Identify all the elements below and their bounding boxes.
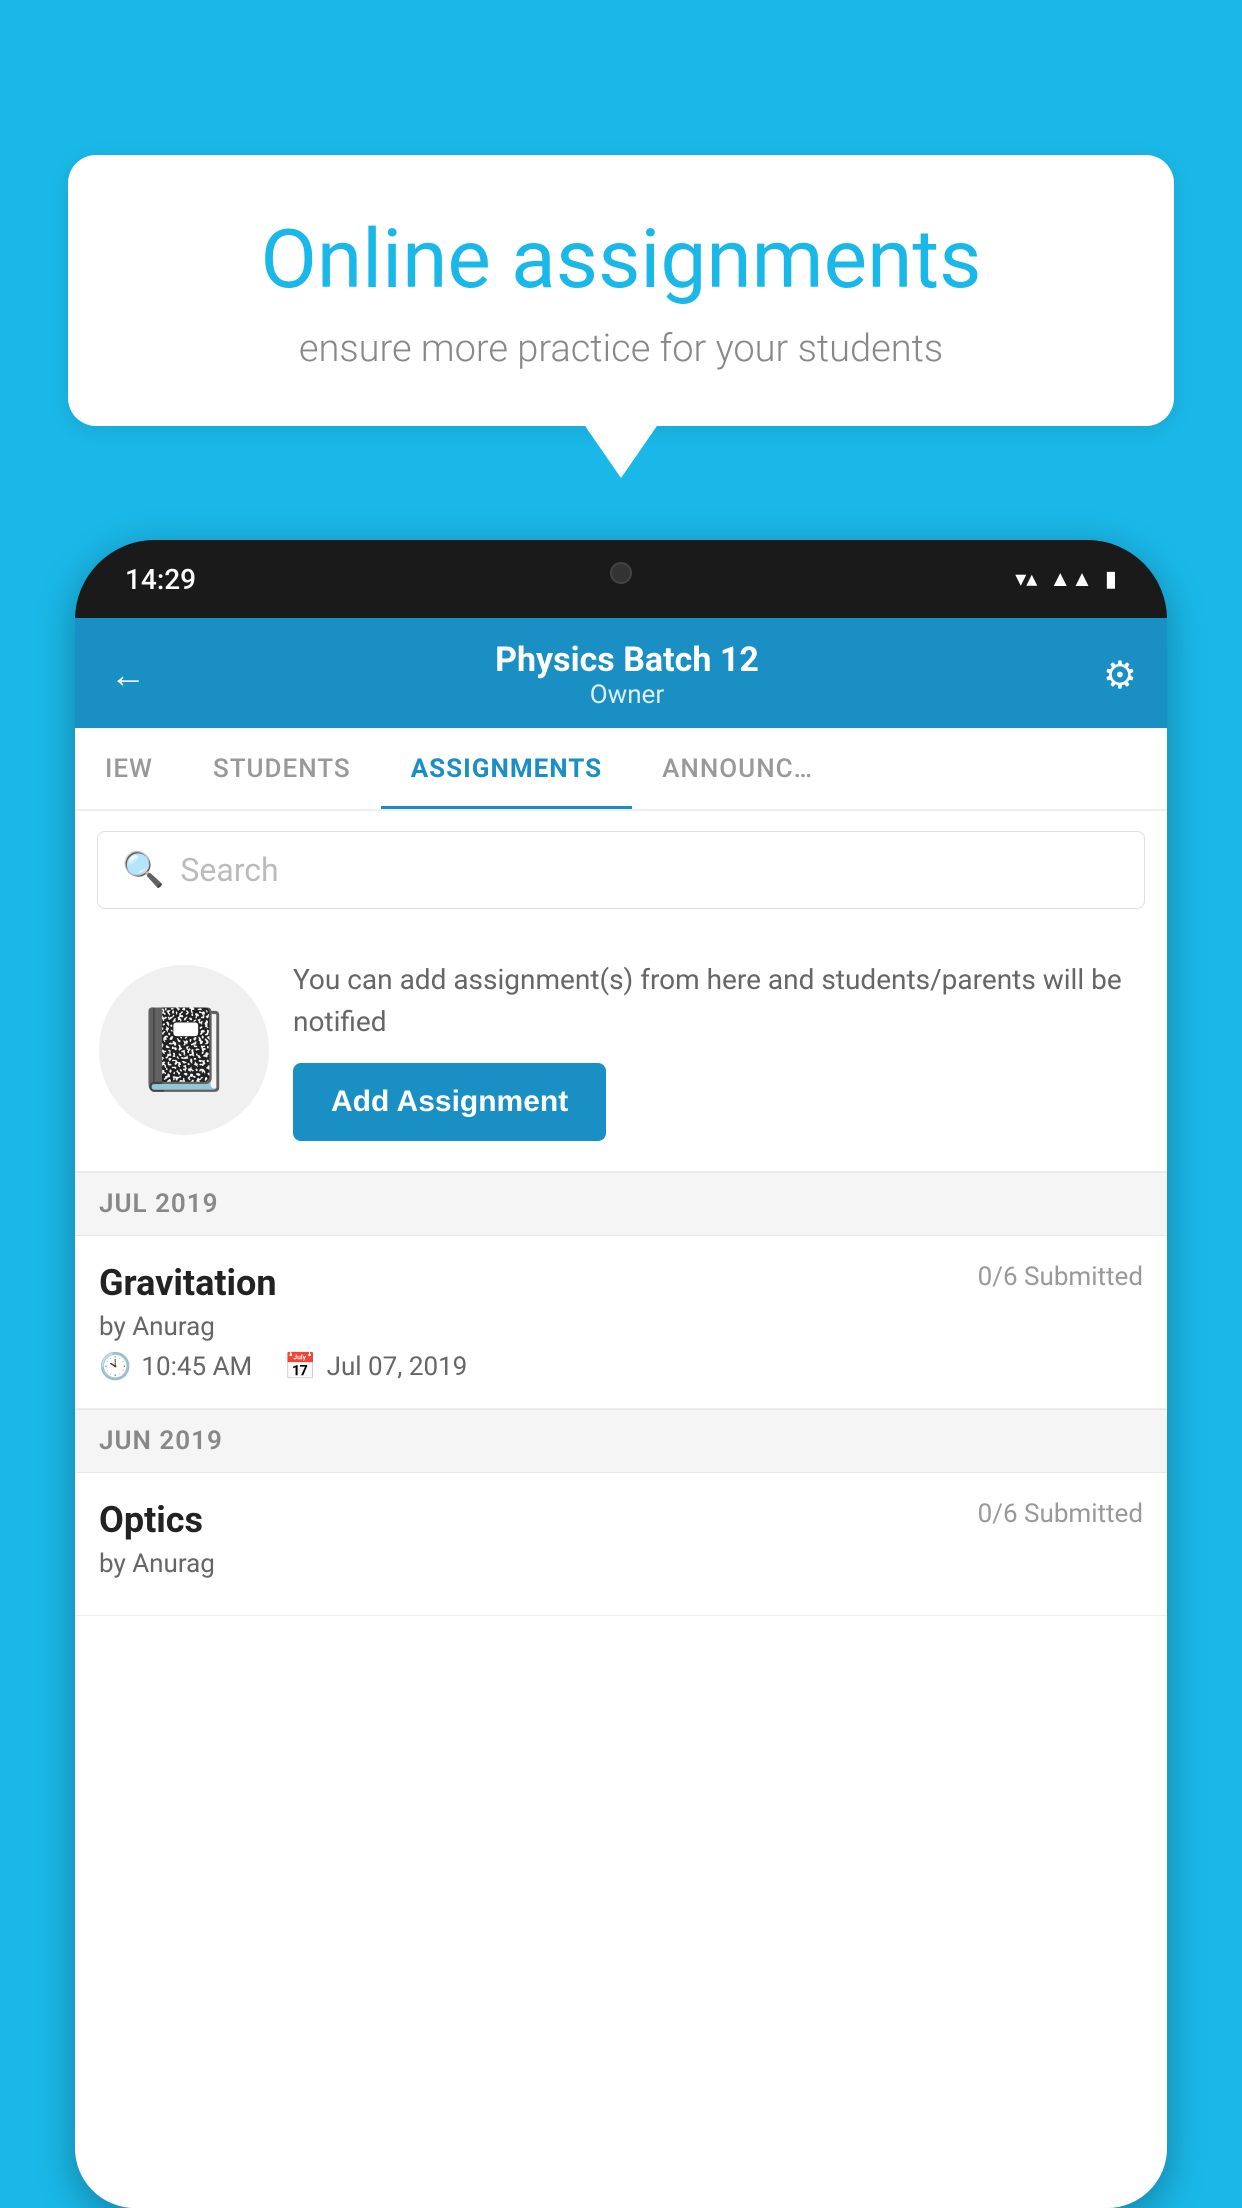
status-icons: ▾▴ ▲▲ ▮ <box>1015 566 1117 592</box>
signal-icon: ▲▲ <box>1049 566 1093 592</box>
wifi-icon: ▾▴ <box>1015 567 1037 592</box>
content-area: 🔍 Search 📓 You can add assignment(s) fro… <box>75 811 1167 2208</box>
promo-description: You can add assignment(s) from here and … <box>293 959 1143 1043</box>
assignment-meta-gravitation: 🕙 10:45 AM 📅 Jul 07, 2019 <box>99 1352 1143 1382</box>
status-time: 14:29 <box>125 563 196 596</box>
assignment-title-gravitation: Gravitation <box>99 1262 277 1304</box>
back-button[interactable]: ← <box>105 649 151 701</box>
add-assignment-button[interactable]: Add Assignment <box>293 1063 606 1141</box>
tab-iew[interactable]: IEW <box>75 728 183 809</box>
assignment-item-gravitation[interactable]: Gravitation 0/6 Submitted by Anurag 🕙 10… <box>75 1236 1167 1409</box>
tab-iew-label: IEW <box>105 754 153 784</box>
assignment-by-gravitation: by Anurag <box>99 1312 1143 1342</box>
search-container: 🔍 Search <box>75 811 1167 929</box>
assignment-submitted-gravitation: 0/6 Submitted <box>978 1262 1143 1292</box>
camera <box>610 562 632 584</box>
tab-students-label: STUDENTS <box>213 754 351 784</box>
assignment-header-row-optics: Optics 0/6 Submitted <box>99 1499 1143 1541</box>
tab-assignments[interactable]: ASSIGNMENTS <box>381 728 632 809</box>
assignment-header-row: Gravitation 0/6 Submitted <box>99 1262 1143 1304</box>
assignment-time-value: 10:45 AM <box>141 1352 252 1382</box>
tab-students[interactable]: STUDENTS <box>183 728 381 809</box>
tabs-container: IEW STUDENTS ASSIGNMENTS ANNOUNC… <box>75 728 1167 811</box>
speech-bubble-title: Online assignments <box>138 215 1104 305</box>
clock-icon: 🕙 <box>99 1352 131 1382</box>
tab-announcements-label: ANNOUNC… <box>662 754 813 784</box>
promo-container: 📓 You can add assignment(s) from here an… <box>75 929 1167 1172</box>
tab-assignments-label: ASSIGNMENTS <box>411 754 602 784</box>
speech-bubble-subtitle: ensure more practice for your students <box>138 327 1104 371</box>
assignment-submitted-optics: 0/6 Submitted <box>978 1499 1143 1529</box>
search-placeholder-text: Search <box>180 851 278 889</box>
search-input-wrapper[interactable]: 🔍 Search <box>97 831 1145 909</box>
phone-frame: 14:29 ▾▴ ▲▲ ▮ ← Physics Batch 12 Owner ⚙… <box>75 540 1167 2208</box>
page-subtitle: Owner <box>151 680 1103 710</box>
assignment-time-gravitation: 🕙 10:45 AM <box>99 1352 252 1382</box>
promo-right: You can add assignment(s) from here and … <box>293 959 1143 1141</box>
header-title-group: Physics Batch 12 Owner <box>151 640 1103 710</box>
assignment-title-optics: Optics <box>99 1499 203 1541</box>
settings-icon[interactable]: ⚙ <box>1103 653 1137 698</box>
section-header-jun: JUN 2019 <box>75 1409 1167 1473</box>
page-title: Physics Batch 12 <box>151 640 1103 680</box>
section-header-jul: JUL 2019 <box>75 1172 1167 1236</box>
phone-notch <box>521 540 721 605</box>
status-bar: 14:29 ▾▴ ▲▲ ▮ <box>75 540 1167 618</box>
speech-bubble: Online assignments ensure more practice … <box>68 155 1174 426</box>
assignment-date-gravitation: 📅 Jul 07, 2019 <box>284 1352 467 1382</box>
speech-bubble-container: Online assignments ensure more practice … <box>68 155 1174 426</box>
assignment-by-optics: by Anurag <box>99 1549 1143 1579</box>
notebook-icon: 📓 <box>134 1003 234 1097</box>
phone-screen: ← Physics Batch 12 Owner ⚙ IEW STUDENTS … <box>75 618 1167 2208</box>
tab-announcements[interactable]: ANNOUNC… <box>632 728 843 809</box>
assignment-date-value: Jul 07, 2019 <box>327 1352 468 1382</box>
assignment-icon-circle: 📓 <box>99 965 269 1135</box>
assignment-item-optics[interactable]: Optics 0/6 Submitted by Anurag <box>75 1473 1167 1616</box>
app-header: ← Physics Batch 12 Owner ⚙ <box>75 618 1167 728</box>
battery-icon: ▮ <box>1105 567 1117 592</box>
calendar-icon: 📅 <box>284 1352 316 1382</box>
search-icon: 🔍 <box>122 850 164 890</box>
